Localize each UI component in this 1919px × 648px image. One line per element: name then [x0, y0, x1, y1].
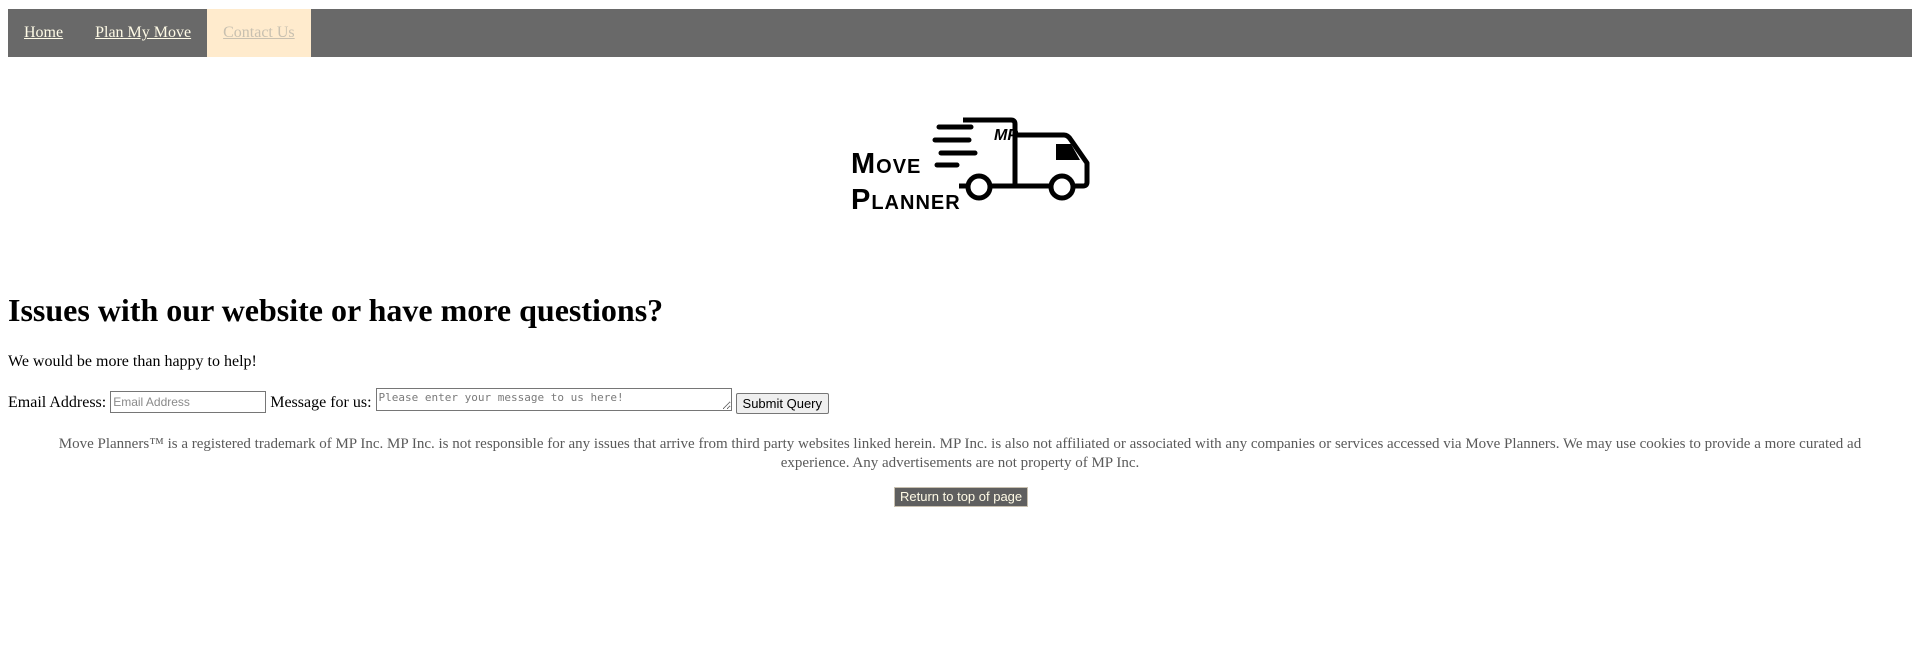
page-heading: Issues with our website or have more que… — [8, 292, 664, 328]
nav-link-plan-my-move[interactable]: Plan My Move — [79, 9, 207, 57]
nav-link-home[interactable]: Home — [8, 9, 79, 57]
email-field[interactable] — [110, 391, 267, 413]
message-label: Message for us: — [270, 394, 372, 411]
moving-truck-icon: MP Move Planner — [851, 117, 1090, 216]
message-field[interactable] — [375, 388, 732, 411]
truck-mp-label: MP — [994, 127, 1018, 144]
email-label: Email Address: — [8, 394, 107, 411]
page-subtext: We would be more than happy to help! — [8, 353, 257, 370]
nav-link-contact-us[interactable]: Contact Us — [207, 9, 311, 57]
logo-word-planner: Planner — [851, 184, 961, 216]
submit-button[interactable]: Submit Query — [735, 393, 830, 414]
logo-word-move: Move — [851, 148, 921, 180]
footer-disclaimer: Move Planners™ is a registered trademark… — [58, 436, 1862, 471]
contact-form: Email Address: Message for us: Submit Qu… — [8, 388, 830, 414]
top-nav-bar: Home Plan My Move Contact Us — [8, 9, 1912, 57]
return-to-top-button[interactable]: Return to top of page — [894, 487, 1029, 507]
move-planner-logo: MP Move Planner — [851, 115, 1091, 225]
